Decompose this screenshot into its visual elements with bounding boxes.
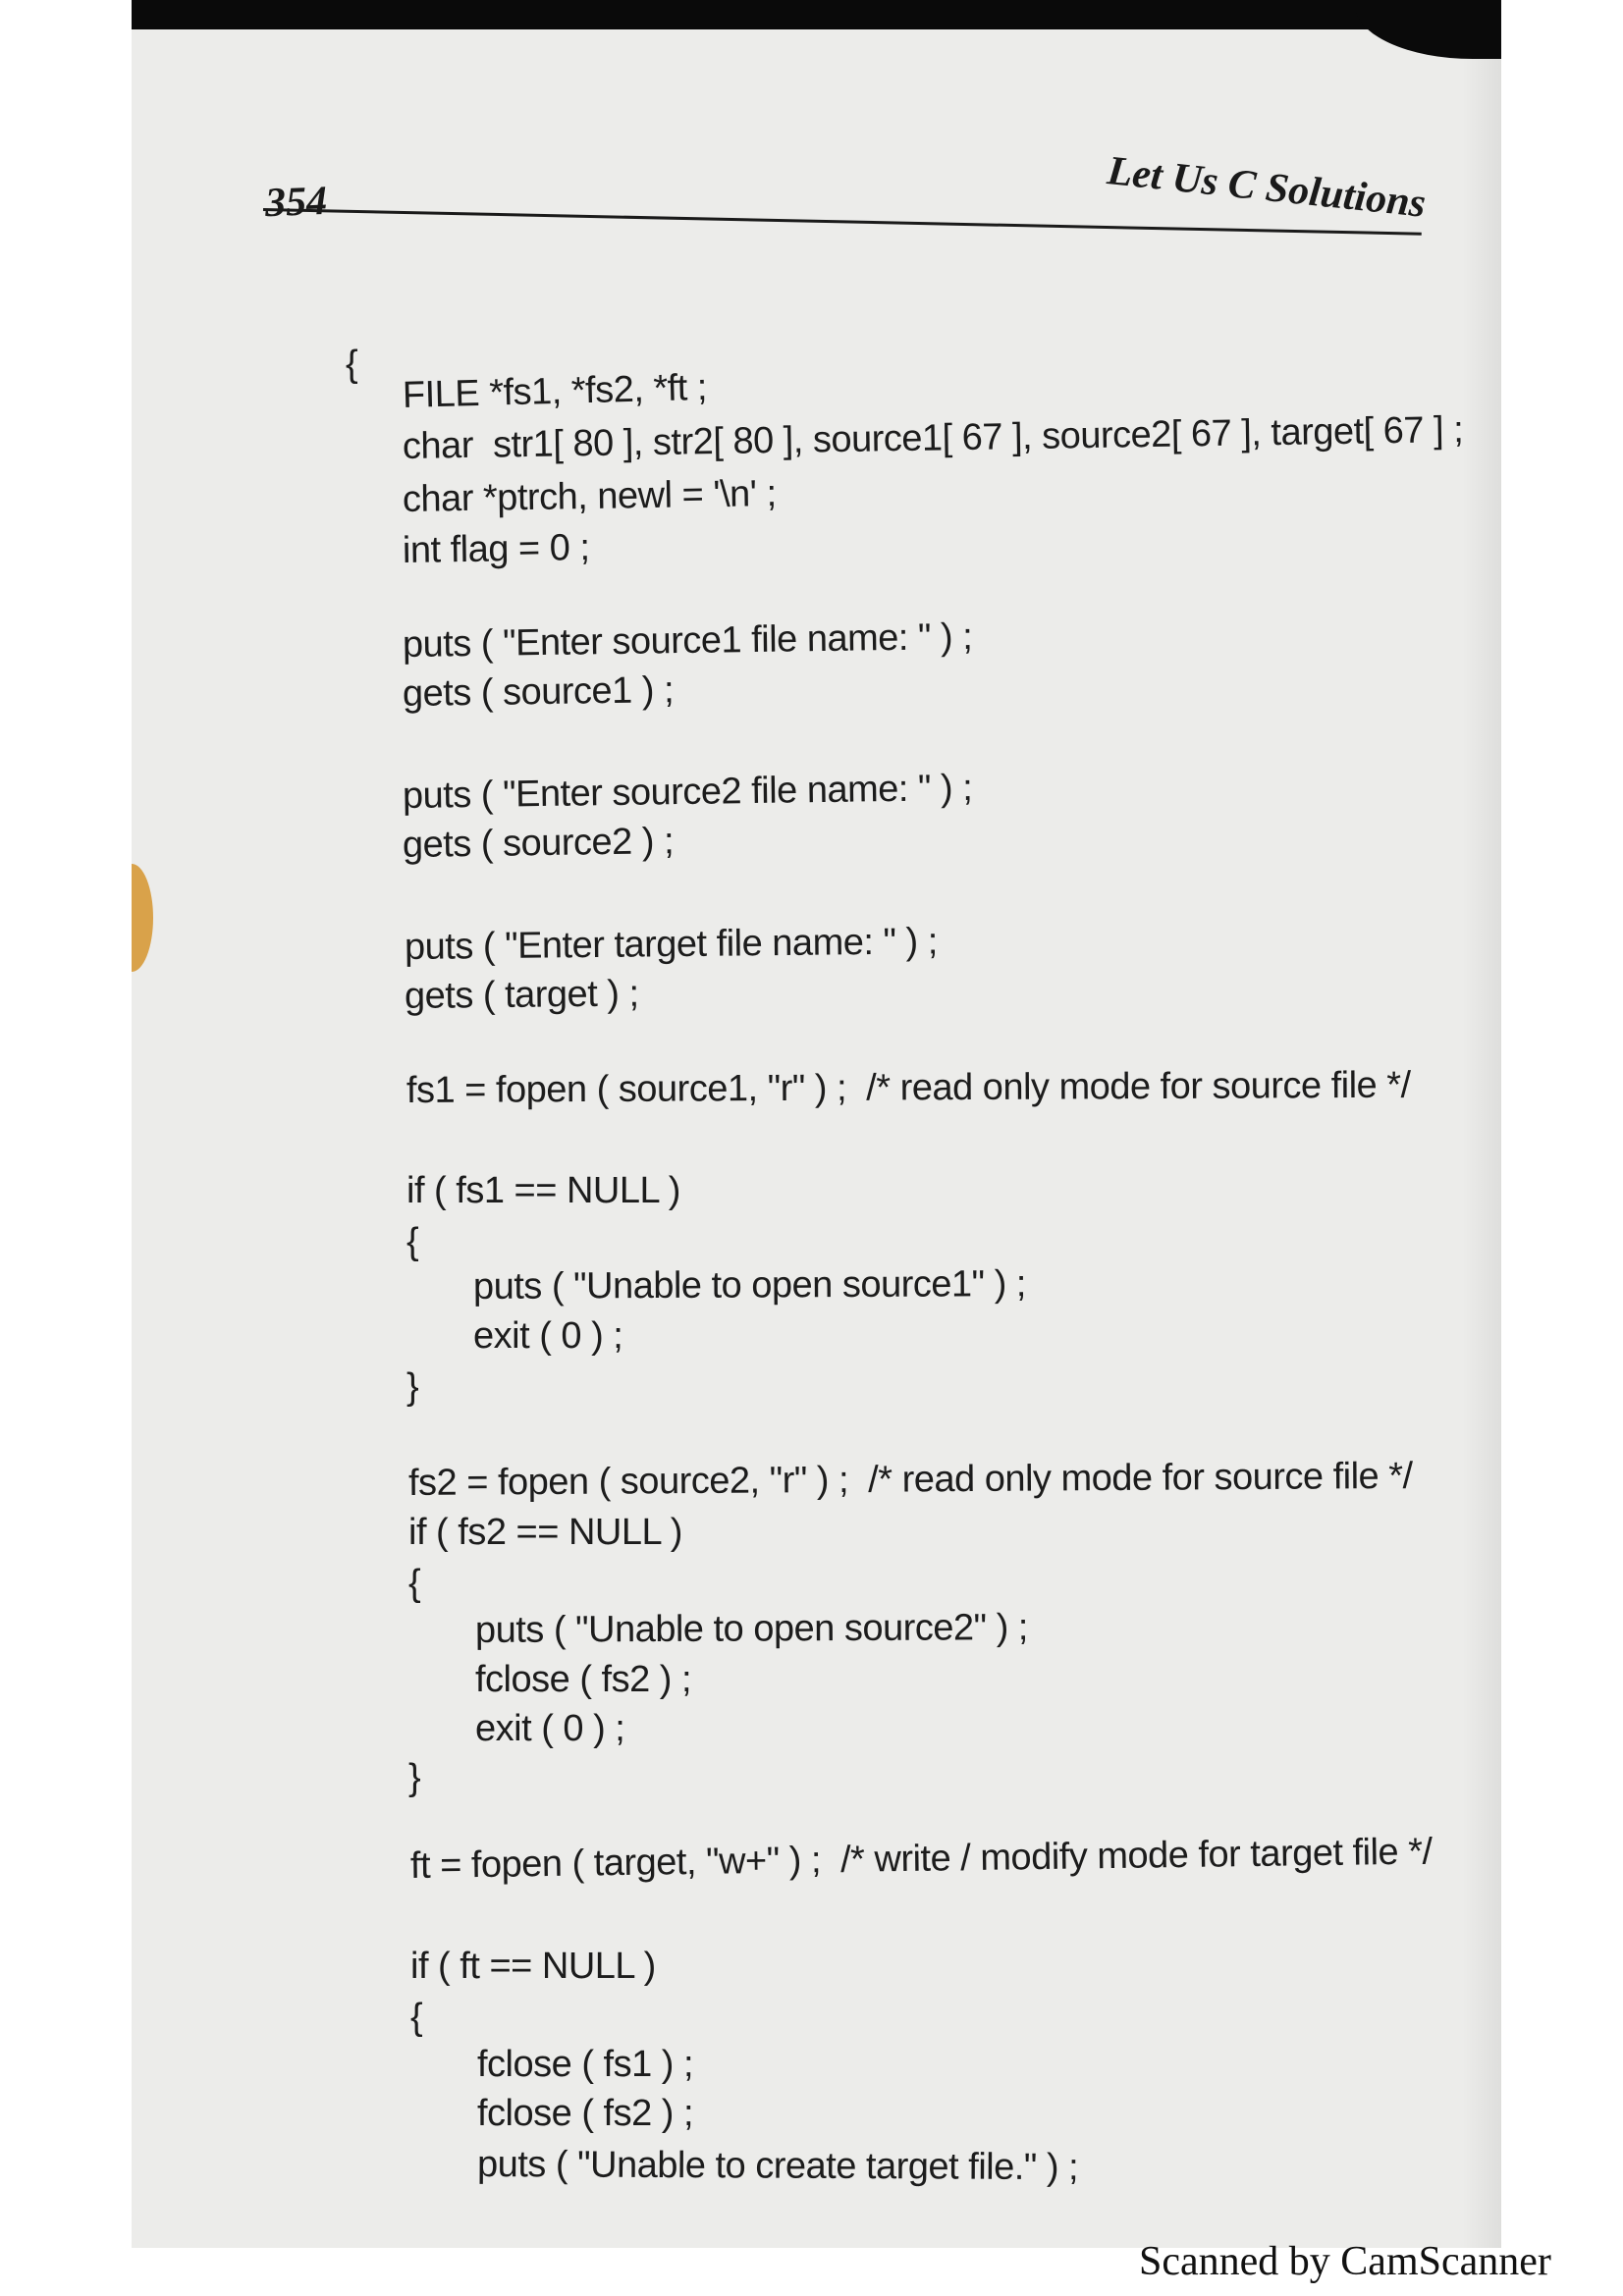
code-line: if ( fs1 == NULL ) [406,1170,680,1211]
code-line: char str1[ 80 ], str2[ 80 ], source1[ 67… [402,409,1464,467]
code-line: fclose ( fs2 ) ; [477,2093,694,2134]
code-listing: { FILE *fs1, *fs2, *ft ; char str1[ 80 ]… [0,0,1623,2248]
code-line: { [410,1997,423,2038]
code-line: gets ( source2 ) ; [402,821,675,866]
code-line: fclose ( fs1 ) ; [477,2044,694,2085]
code-line: if ( ft == NULL ) [410,1946,656,1987]
code-line: puts ( "Enter source1 file name: " ) ; [402,615,973,666]
code-line: puts ( "Enter target file name: " ) ; [404,921,939,968]
code-line: fs1 = fopen ( source1, "r" ) ; /* read o… [406,1064,1411,1111]
code-line: int flag = 0 ; [402,527,590,571]
code-line: FILE *fs1, *fs2, *ft ; [402,366,708,416]
code-line: gets ( target ) ; [404,973,639,1017]
code-line: fclose ( fs2 ) ; [475,1659,692,1700]
code-line: char *ptrch, newl = '\n' ; [402,473,777,520]
scanner-watermark: Scanned by CamScanner [1139,2239,1551,2284]
code-line: { [406,1221,419,1262]
code-line: exit ( 0 ) ; [473,1315,623,1357]
code-line: exit ( 0 ) ; [475,1708,625,1749]
code-line: if ( fs2 == NULL ) [408,1512,682,1553]
code-line: puts ( "Unable to open source1" ) ; [472,1263,1027,1308]
code-line: puts ( "Unable to open source2" ) ; [474,1607,1029,1651]
code-line: gets ( source1 ) ; [402,669,675,715]
code-line: puts ( "Enter source2 file name: " ) ; [402,767,973,817]
code-line: } [408,1757,421,1798]
code-line: ft = fopen ( target, "w+" ) ; /* write /… [409,1831,1433,1887]
code-line: } [406,1366,419,1408]
code-line: { [408,1563,421,1604]
code-line: fs2 = fopen ( source2, "r" ) ; /* read o… [407,1455,1413,1504]
code-line: { [346,344,358,385]
code-line: puts ( "Unable to create target file." )… [476,2144,1079,2189]
